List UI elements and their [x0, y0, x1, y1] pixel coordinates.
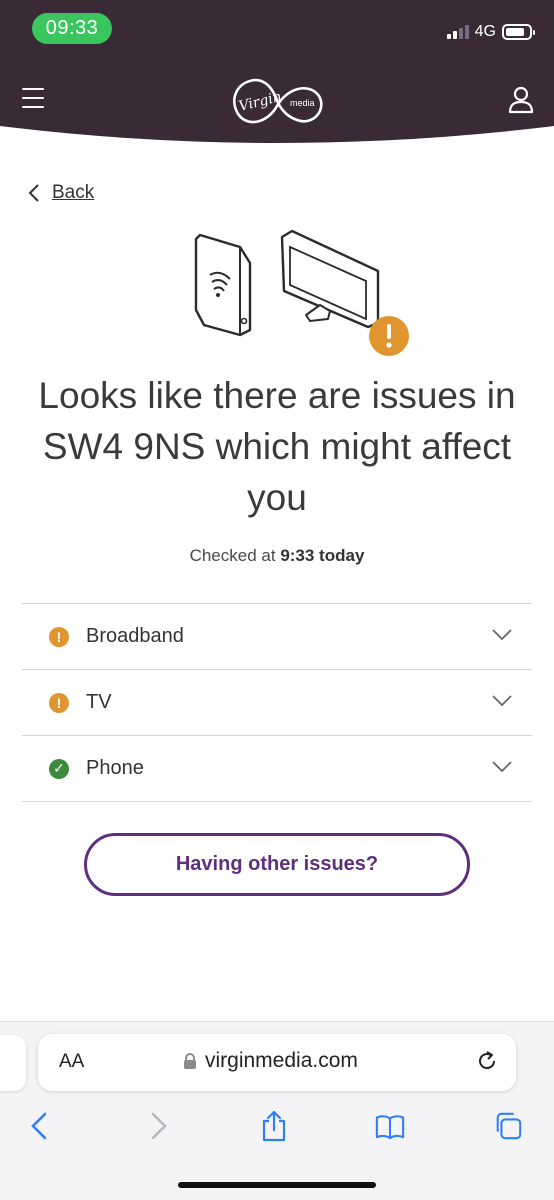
browser-toolbar: AA virginmedia.com: [0, 1021, 554, 1200]
text-size-button[interactable]: AA: [59, 1051, 84, 1073]
service-row-tv[interactable]: ! TV: [22, 670, 532, 736]
checked-timestamp: Checked at 9:33 today: [189, 546, 365, 565]
warning-icon: !: [49, 626, 69, 647]
chevron-left-icon: [28, 184, 39, 202]
lock-icon: [184, 1052, 196, 1069]
bookmarks-icon[interactable]: [375, 1110, 405, 1142]
back-link[interactable]: Back: [28, 180, 94, 206]
chevron-down-icon: [492, 629, 512, 641]
status-indicators: 4G: [446, 20, 535, 44]
service-label: TV: [86, 691, 112, 713]
share-icon[interactable]: [259, 1110, 289, 1142]
service-row-broadband[interactable]: ! Broadband: [22, 604, 532, 670]
address-bar[interactable]: AA virginmedia.com: [38, 1034, 516, 1091]
service-status-list: ! Broadband ! TV ✓ Phone: [22, 603, 532, 802]
signal-icon: [446, 25, 469, 39]
hamburger-menu-icon[interactable]: [22, 88, 44, 108]
home-indicator: [178, 1182, 376, 1188]
previous-tab-preview[interactable]: [0, 1035, 26, 1091]
app-header: 09:33 4G Virgin media: [0, 0, 554, 145]
chevron-down-icon: [492, 695, 512, 707]
virgin-media-logo[interactable]: Virgin media: [227, 70, 327, 132]
warning-icon: !: [49, 692, 69, 713]
svg-text:Virgin: Virgin: [237, 89, 283, 115]
service-row-phone[interactable]: ✓ Phone: [22, 736, 532, 802]
back-icon[interactable]: [25, 1110, 55, 1142]
page-title: Looks like there are issues in SW4 9NS w…: [38, 375, 516, 518]
having-other-issues-button[interactable]: Having other issues?: [84, 833, 470, 896]
service-label: Phone: [86, 757, 144, 779]
svg-text:media: media: [290, 98, 315, 108]
battery-icon: [502, 24, 535, 40]
person-icon[interactable]: [505, 84, 537, 116]
url-text: virginmedia.com: [205, 1049, 358, 1072]
tabs-icon[interactable]: [493, 1110, 523, 1142]
service-label: Broadband: [86, 625, 184, 647]
router-and-tv-warning-icon: [194, 229, 409, 356]
status-time: 09:33: [32, 13, 112, 44]
check-icon: ✓: [49, 758, 69, 779]
chevron-down-icon: [492, 761, 512, 773]
reload-icon[interactable]: [474, 1048, 500, 1074]
network-type: 4G: [474, 23, 496, 40]
back-label: Back: [52, 182, 95, 203]
forward-icon[interactable]: [143, 1110, 173, 1142]
url-display[interactable]: virginmedia.com: [183, 1049, 358, 1073]
